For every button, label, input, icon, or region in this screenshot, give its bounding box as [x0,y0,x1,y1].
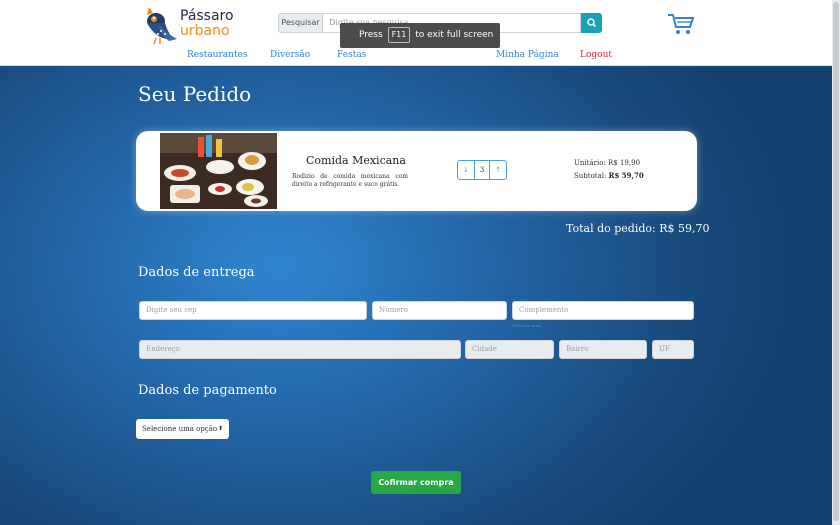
nav-festas[interactable]: Festas [337,50,366,60]
brand-line-1: Pássaro [180,8,234,24]
cidade-field[interactable]: Cidade [465,340,554,359]
toast-prefix: Press [359,30,383,40]
complemento-hint: Pode ser vazio [512,323,542,328]
payment-section-title: Dados de pagamento [138,383,277,398]
increase-quantity-button[interactable]: ↑ [490,161,506,179]
select-caret-icon: ⬍ [217,425,223,432]
delivery-section-title: Dados de entrega [138,265,255,280]
payment-method-select[interactable]: Selecione uma opção ⬍ [136,419,229,439]
order-page: Seu Pedido Comida Mexicana Rodizio de co… [0,67,832,525]
unit-price-value: R$ 19,90 [608,159,641,167]
nav-minha-pagina[interactable]: Minha Página [496,50,559,60]
fullscreen-toast: Press F11 to exit full screen [340,23,500,48]
product-description: Rodizio de comida mexicana com direito a… [292,173,408,188]
shopping-cart-icon[interactable] [667,12,695,36]
product-name: Comida Mexicana [306,154,406,167]
brand-name[interactable]: Pássaro urbano [180,9,234,39]
subtotal-label: Subtotal: [574,172,607,180]
cep-field[interactable]: Digite seu cep [139,301,367,320]
subtotal-value: R$ 59,70 [608,171,644,180]
quantity-value[interactable]: 3 [474,161,490,179]
complemento-field[interactable]: Complemento [512,301,694,320]
quantity-stepper: ↓ 3 ↑ [457,160,507,180]
payment-select-value: Selecione uma opção [142,425,218,433]
decrease-quantity-button[interactable]: ↓ [458,161,474,179]
nav-logout[interactable]: Logout [580,50,612,60]
search-icon [587,18,597,28]
page-scrollbar[interactable] [832,0,840,525]
subtotal-row: Subtotal: R$ 59,70 [574,171,644,180]
order-total: Total do pedido: R$ 59,70 [566,222,710,235]
unit-price-row: Unitário: R$ 19,90 [574,159,640,167]
toast-key: F11 [387,27,411,43]
order-item-card: Comida Mexicana Rodizio de comida mexica… [136,131,697,211]
nav-restaurantes[interactable]: Restaurantes [187,50,248,60]
bairro-field[interactable]: Bairro [559,340,647,359]
endereco-field[interactable]: Endereço [139,340,461,359]
unit-price-label: Unitário: [574,159,606,167]
search-button[interactable] [581,13,602,33]
uf-field[interactable]: UF [652,340,694,359]
page-title: Seu Pedido [138,82,252,106]
confirm-purchase-button[interactable]: Cofirmar compra [371,471,461,494]
search-label: Pesquisar [278,13,323,33]
brand-line-2: urbano [180,23,230,39]
product-image [160,133,277,209]
toast-suffix: to exit full screen [415,30,494,40]
numero-field[interactable]: Número [372,301,507,320]
scrollbar-thumb[interactable] [833,2,839,521]
nav-diversao[interactable]: Diversão [270,50,310,60]
